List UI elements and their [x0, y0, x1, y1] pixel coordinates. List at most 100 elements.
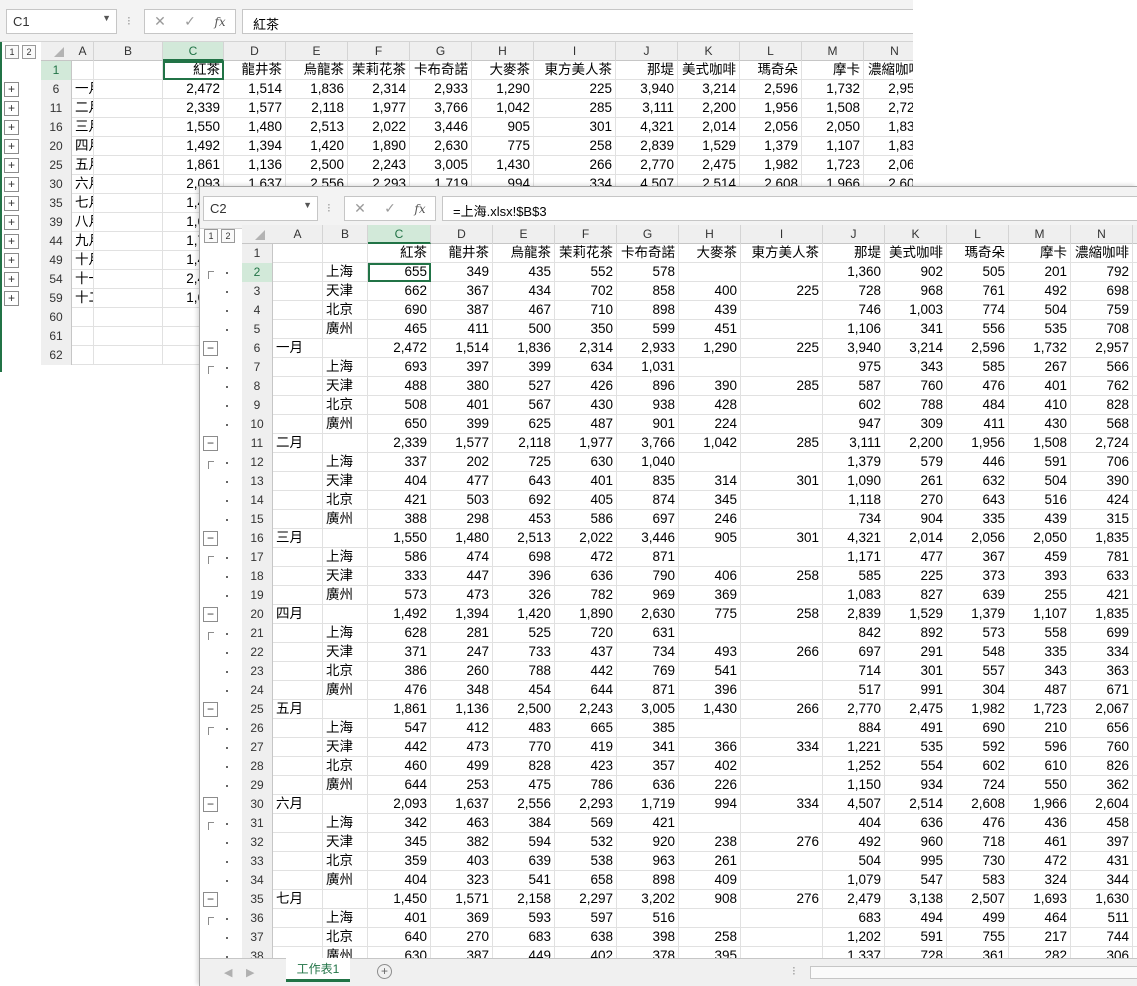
cell-value[interactable]: 301 — [885, 662, 947, 681]
cell-value[interactable]: 1,420 — [493, 605, 555, 624]
cell-value[interactable]: 460 — [368, 757, 431, 776]
cell-value[interactable]: 2,630 — [410, 137, 472, 156]
cell-value[interactable]: 226 — [679, 776, 741, 795]
cell-value[interactable]: 557 — [947, 662, 1009, 681]
cell-value[interactable]: 491 — [885, 719, 947, 738]
cell-product-header[interactable]: 東方美人茶 — [741, 244, 823, 263]
cell-value[interactable]: 459 — [1009, 548, 1071, 567]
cell-value[interactable]: 938 — [617, 396, 679, 415]
cell-value[interactable]: 1,118 — [823, 491, 885, 510]
cell-value[interactable]: 892 — [885, 624, 947, 643]
cell-value[interactable]: 1,480 — [431, 529, 493, 548]
cell-value[interactable]: 410 — [1009, 396, 1071, 415]
cell-value[interactable]: 1,835 — [1071, 529, 1133, 548]
expand-group-button[interactable]: + — [4, 101, 19, 116]
cell-value[interactable]: 760 — [1071, 738, 1133, 757]
cell-value[interactable]: 898 — [617, 871, 679, 890]
cell-value[interactable]: 369 — [679, 586, 741, 605]
cell-value[interactable]: 1,107 — [802, 137, 864, 156]
row-header[interactable]: 32 — [242, 833, 273, 852]
column-header-g[interactable]: G — [617, 225, 679, 244]
cell-value[interactable]: 505 — [947, 263, 1009, 282]
column-header-m[interactable]: M — [802, 42, 864, 61]
formula-input[interactable]: 紅茶 — [242, 9, 913, 34]
cell-value[interactable]: 2,243 — [348, 156, 410, 175]
cell-value[interactable]: 1,982 — [740, 156, 802, 175]
cell-value[interactable]: 403 — [431, 852, 493, 871]
row-header[interactable]: 9 — [242, 396, 273, 415]
cell-value[interactable]: 504 — [1009, 472, 1071, 491]
cell-value[interactable]: 357 — [617, 757, 679, 776]
cell-value[interactable]: 755 — [947, 928, 1009, 947]
cell-value[interactable]: 2,118 — [493, 434, 555, 453]
cell-value[interactable]: 411 — [431, 320, 493, 339]
cell-value[interactable]: 698 — [1071, 282, 1133, 301]
cell-value[interactable]: 1,420 — [286, 137, 348, 156]
cell-product-header[interactable]: 茉莉花茶 — [555, 244, 617, 263]
outline-level-1-button[interactable]: 1 — [5, 45, 19, 59]
enter-icon[interactable]: ✓ — [375, 200, 405, 217]
cell-value[interactable]: 583 — [947, 871, 1009, 890]
cell-value[interactable]: 276 — [741, 833, 823, 852]
cell-value[interactable] — [741, 453, 823, 472]
cell-value[interactable]: 947 — [823, 415, 885, 434]
cell-value[interactable]: 632 — [947, 472, 1009, 491]
cell-value[interactable]: 1,508 — [802, 99, 864, 118]
cell-value[interactable]: 202 — [431, 453, 493, 472]
cell-value[interactable]: 1,202 — [823, 928, 885, 947]
cell-value[interactable] — [741, 871, 823, 890]
cell-value[interactable]: 430 — [1009, 415, 1071, 434]
cell-value[interactable] — [679, 548, 741, 567]
cell-value[interactable]: 442 — [555, 662, 617, 681]
cell-value[interactable]: 516 — [1009, 491, 1071, 510]
row-header[interactable]: 37 — [242, 928, 273, 947]
cell-value[interactable]: 2,604 — [1071, 795, 1133, 814]
cell-value[interactable]: 2,957 — [1071, 339, 1133, 358]
cell-value[interactable]: 639 — [493, 852, 555, 871]
cell-value[interactable]: 1,719 — [617, 795, 679, 814]
cell-value[interactable] — [741, 586, 823, 605]
cell-value[interactable]: 323 — [431, 871, 493, 890]
cell-value[interactable]: 397 — [431, 358, 493, 377]
cell-value[interactable]: 1,529 — [885, 605, 947, 624]
cell-value[interactable] — [741, 719, 823, 738]
cell-value[interactable]: 724 — [947, 776, 1009, 795]
cell-value[interactable]: 1,450 — [368, 890, 431, 909]
cell-value[interactable]: 503 — [431, 491, 493, 510]
cell-value[interactable]: 511 — [1071, 909, 1133, 928]
column-header-i[interactable]: I — [741, 225, 823, 244]
cell-value[interactable]: 697 — [823, 643, 885, 662]
row-header[interactable]: 13 — [242, 472, 273, 491]
cell-value[interactable]: 334 — [741, 738, 823, 757]
cell-value[interactable]: 487 — [1009, 681, 1071, 700]
row-header[interactable]: 5 — [242, 320, 273, 339]
cell-value[interactable]: 730 — [947, 852, 1009, 871]
cell-value[interactable]: 658 — [555, 871, 617, 890]
row-header[interactable]: 11 — [242, 434, 273, 453]
column-header-f[interactable]: F — [348, 42, 410, 61]
cell-value[interactable]: 827 — [885, 586, 947, 605]
cell-value[interactable]: 474 — [431, 548, 493, 567]
outline-level-2-button[interactable]: 2 — [221, 229, 235, 243]
column-header-n[interactable]: N — [864, 42, 913, 61]
cell-value[interactable]: 477 — [885, 548, 947, 567]
cell-value[interactable]: 1,136 — [224, 156, 286, 175]
cell-value[interactable]: 2,158 — [493, 890, 555, 909]
column-header-n[interactable]: N — [1071, 225, 1133, 244]
cell-product-header[interactable]: 卡布奇諾 — [617, 244, 679, 263]
cell-value[interactable]: 335 — [947, 510, 1009, 529]
cell-value[interactable]: 1,732 — [802, 80, 864, 99]
row-header[interactable]: 27 — [242, 738, 273, 757]
cell-value[interactable] — [741, 757, 823, 776]
row-header[interactable]: 16 — [41, 118, 72, 137]
scroll-right-icon[interactable]: ▶ — [246, 966, 254, 979]
cell-value[interactable]: 586 — [368, 548, 431, 567]
cell-value[interactable]: 1,430 — [679, 700, 741, 719]
cell-value[interactable]: 298 — [431, 510, 493, 529]
column-header-f[interactable]: F — [555, 225, 617, 244]
cell-value[interactable]: 585 — [823, 567, 885, 586]
cell-value[interactable]: 591 — [885, 928, 947, 947]
row-header[interactable]: 24 — [242, 681, 273, 700]
cell-value[interactable] — [679, 624, 741, 643]
cell-value[interactable]: 1,040 — [617, 453, 679, 472]
